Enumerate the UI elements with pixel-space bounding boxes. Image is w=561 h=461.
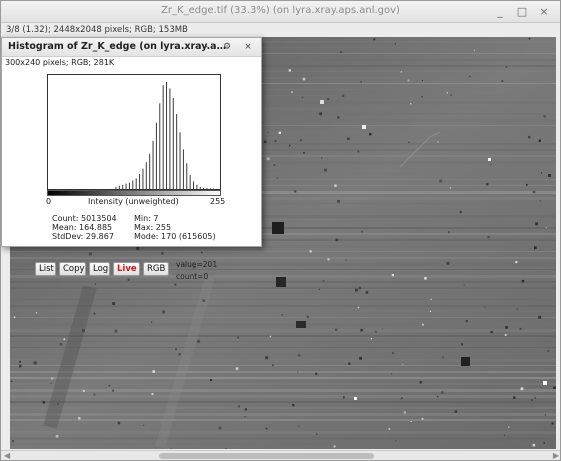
histogram-bar bbox=[172, 98, 174, 189]
title-bar[interactable]: Zr_K_edge.tif (33.3%) (on lyra.xray.aps.… bbox=[1, 1, 560, 23]
cursor-readout: value=201 count=0 bbox=[176, 259, 217, 283]
histogram-bar bbox=[179, 132, 181, 189]
histogram-info-line: 300x240 pixels; RGB; 281K bbox=[5, 58, 115, 67]
axis-max-label: 255 bbox=[210, 197, 226, 206]
histogram-close-button[interactable]: × bbox=[241, 40, 255, 54]
minimize-button[interactable]: _ bbox=[492, 4, 508, 20]
histogram-bar bbox=[155, 122, 157, 189]
histogram-bar bbox=[206, 187, 208, 189]
horizontal-scrollbar[interactable]: ◀ ▶ bbox=[1, 450, 560, 460]
histogram-bar bbox=[186, 163, 188, 189]
histogram-bar bbox=[139, 174, 141, 189]
histogram-bar bbox=[196, 184, 198, 189]
histogram-bar bbox=[145, 162, 147, 189]
window-title: Zr_K_edge.tif (33.3%) (on lyra.xray.aps.… bbox=[161, 5, 400, 16]
image-window: Zr_K_edge.tif (33.3%) (on lyra.xray.aps.… bbox=[0, 0, 561, 461]
histogram-bar bbox=[193, 181, 195, 189]
copy-button[interactable]: Copy bbox=[59, 262, 86, 276]
readout-count: count=0 bbox=[176, 272, 209, 281]
readout-value: value=201 bbox=[176, 260, 218, 269]
histogram-bar bbox=[118, 185, 120, 189]
image-info-line: 3/8 (1.32); 2448x2048 pixels; RGB; 153MB bbox=[6, 25, 188, 35]
stat-stddev: StdDev: 29.867 bbox=[52, 232, 114, 241]
histogram-bar bbox=[125, 183, 127, 189]
histogram-bar bbox=[115, 186, 117, 189]
stats-right-column: Min: 7 Max: 255 Mode: 170 (615605) bbox=[134, 214, 216, 241]
histogram-title: Histogram of Zr_K_edge (on lyra.xray.a… bbox=[8, 41, 227, 52]
histogram-bar bbox=[203, 187, 205, 189]
scroll-right-icon[interactable]: ▶ bbox=[553, 451, 559, 460]
histogram-bar bbox=[122, 184, 124, 189]
histogram-bar bbox=[159, 103, 161, 189]
histogram-bar bbox=[142, 168, 144, 189]
stat-mode: Mode: 170 (615605) bbox=[134, 232, 216, 241]
histogram-title-bar[interactable]: Histogram of Zr_K_edge (on lyra.xray.a… … bbox=[2, 38, 261, 57]
rgb-button[interactable]: RGB bbox=[143, 262, 169, 276]
log-button[interactable]: Log bbox=[89, 262, 110, 276]
histogram-bar bbox=[189, 175, 191, 189]
histogram-bar bbox=[128, 182, 130, 189]
maximize-button[interactable]: □ bbox=[514, 4, 530, 20]
stat-count: Count: 5013504 bbox=[52, 214, 117, 223]
histogram-minimize-button[interactable]: – bbox=[199, 40, 213, 54]
histogram-bar bbox=[220, 186, 221, 189]
stat-min: Min: 7 bbox=[134, 214, 159, 223]
axis-min-label: 0 bbox=[46, 197, 52, 206]
close-button[interactable]: × bbox=[536, 4, 552, 20]
histogram-bar bbox=[199, 186, 201, 189]
histogram-maximize-button[interactable]: ⚙ bbox=[220, 40, 234, 54]
histogram-bar bbox=[162, 85, 164, 189]
stat-max: Max: 255 bbox=[134, 223, 172, 232]
histogram-bar bbox=[152, 140, 154, 189]
histogram-bar bbox=[169, 88, 171, 189]
histogram-bar bbox=[166, 82, 168, 189]
stat-mean: Mean: 164.885 bbox=[52, 223, 113, 232]
list-button[interactable]: List bbox=[35, 262, 56, 276]
histogram-bar bbox=[209, 188, 211, 190]
histogram-bar bbox=[132, 180, 134, 189]
axis-title: Intensity (unweighted) bbox=[88, 197, 179, 206]
histogram-bar bbox=[149, 153, 151, 189]
stats-left-column: Count: 5013504 Mean: 164.885 StdDev: 29.… bbox=[52, 214, 117, 241]
intensity-gradient-bar bbox=[47, 190, 221, 196]
live-button[interactable]: Live bbox=[113, 262, 140, 276]
histogram-plot bbox=[47, 74, 221, 190]
histogram-bar bbox=[135, 178, 137, 189]
histogram-bar bbox=[176, 114, 178, 189]
histogram-bar bbox=[182, 149, 184, 189]
scrollbar-thumb[interactable] bbox=[159, 453, 374, 459]
histogram-window: Histogram of Zr_K_edge (on lyra.xray.a… … bbox=[1, 37, 262, 281]
scroll-left-icon[interactable]: ◀ bbox=[4, 451, 10, 460]
